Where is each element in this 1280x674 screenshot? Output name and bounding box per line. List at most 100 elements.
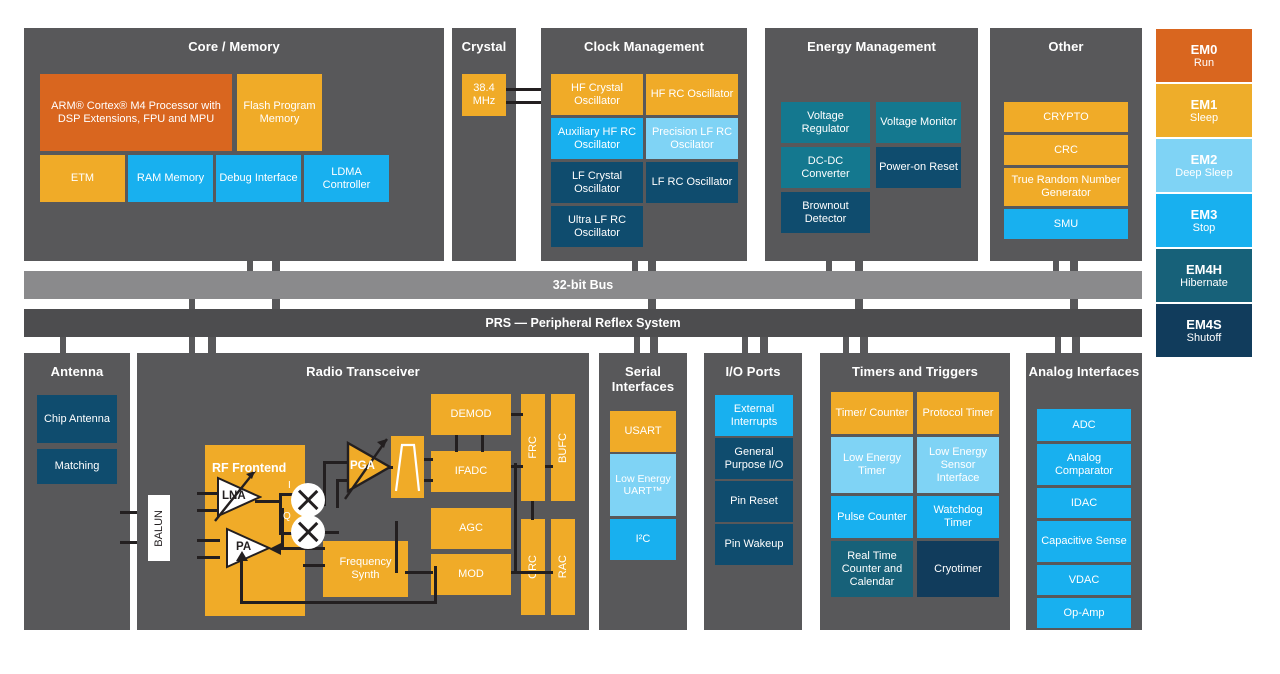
block-agc: AGC (431, 508, 511, 549)
block-demod: DEMOD (431, 394, 511, 435)
block-label: BUFC (556, 432, 569, 463)
block-label: Flash Program Memory (243, 99, 316, 125)
panel-title-crystal: Crystal (461, 39, 507, 54)
block-label: Matching (54, 460, 100, 472)
block-label: Low Energy UART™ (615, 473, 671, 497)
block-idac: IDAC (1037, 488, 1131, 518)
panel-title-serial-interfaces: Serial Interfaces (611, 364, 675, 394)
block-op-amp: Op-Amp (1037, 598, 1131, 628)
panel-title-io-ports: I/O Ports (725, 364, 781, 379)
block-label: LF Crystal Oscillator (571, 169, 623, 195)
wire-rac-agc-v (514, 463, 517, 574)
energy-mode-id: EM0 (1190, 41, 1218, 57)
block-etm: ETM (40, 155, 125, 202)
energy-mode-name: Shutoff (1186, 331, 1222, 344)
block-bufc: BUFC (551, 394, 575, 501)
block-vdac: VDAC (1037, 565, 1131, 595)
panel-title-analog-interfaces: Analog Interfaces (1028, 364, 1140, 379)
block-mod: MOD (431, 554, 511, 595)
block-ultra-lf-rc-oscillator: Ultra LF RC Oscillator (551, 206, 643, 247)
block-label: USART (624, 425, 662, 437)
energy-mode-id: EM1 (1190, 96, 1218, 112)
wire-rac-mod-h (511, 571, 553, 574)
connector-stub (632, 261, 638, 271)
block-label: Debug Interface (219, 172, 298, 184)
block-smu: SMU (1004, 209, 1128, 239)
block-label: IFADC (454, 465, 488, 477)
wire-frc-crc (531, 501, 534, 520)
connector-stub (189, 299, 195, 309)
block-frc: FRC (521, 394, 545, 501)
block-low-energy-timer: Low Energy Timer (831, 437, 913, 493)
block-voltage-monitor: Voltage Monitor (876, 102, 961, 143)
wire-demod-frc (511, 413, 523, 416)
energy-mode-id: EM4S (1186, 316, 1222, 332)
wire-filter-ifadc-1 (424, 458, 433, 461)
lna-label: LNA (222, 490, 246, 502)
panel-serial-interfaces: Serial Interfaces USART Low Energy UART™… (599, 353, 687, 630)
block-flash-program-memory: Flash Program Memory (237, 74, 322, 151)
block-power-on-reset: Power-on Reset (876, 147, 961, 188)
if-filter-icon (394, 443, 421, 492)
block-label: LF RC Oscillator (651, 176, 733, 188)
block-lf-crystal-oscillator: LF Crystal Oscillator (551, 162, 643, 203)
panel-title-other: Other (1048, 39, 1084, 54)
wire-feedback-right (434, 566, 437, 604)
block-label: Real Time Counter and Calendar (841, 549, 903, 588)
block-label: Pin Wakeup (724, 538, 784, 550)
prs-label: PRS — Peripheral Reflex System (485, 316, 681, 330)
panel-energy-management: Energy Management Voltage Regulator Volt… (765, 28, 978, 261)
block-ifadc: IFADC (431, 451, 511, 492)
block-auxiliary-hf-rc-oscillator: Auxiliary HF RC Oscillator (551, 118, 643, 159)
block-label: IDAC (1070, 496, 1098, 509)
wire-ifadc-frc (511, 465, 523, 468)
block-dc-dc-converter: DC-DC Converter (781, 147, 870, 188)
panel-analog-interfaces: Analog Interfaces ADC Analog Comparator … (1026, 353, 1142, 630)
block-matching: Matching (37, 449, 117, 484)
block-label: True Random Number Generator (1011, 174, 1121, 199)
wire-frc-bufc (545, 465, 553, 468)
energy-mode-em1: EM1 Sleep (1156, 84, 1252, 137)
bus-32-bit: 32-bit Bus (24, 271, 1142, 299)
energy-mode-id: EM3 (1190, 206, 1218, 222)
block-label: Low Energy Timer (842, 452, 902, 477)
block-38-4-mhz: 38.4 MHz (462, 74, 506, 116)
block-label: ARM® Cortex® M4 Processor with DSP Exten… (51, 99, 221, 125)
block-label: LDMA Controller (322, 165, 371, 191)
block-label: Auxiliary HF RC Oscillator (557, 125, 637, 151)
block-label: CRC (1054, 143, 1078, 156)
block-capacitive-sense: Capacitive Sense (1037, 521, 1131, 562)
block-label: AGC (459, 522, 483, 534)
mixer-i-icon (291, 483, 325, 517)
panel-title-timers-and-triggers: Timers and Triggers (852, 364, 978, 379)
block-label: Frequency Synth (339, 556, 392, 581)
block-label: Brownout Detector (802, 199, 849, 225)
block-label: Voltage Monitor (880, 116, 957, 128)
connector-stub (247, 261, 253, 271)
wire-mixer-pga-2 (336, 479, 339, 508)
block-label: Cryotimer (934, 562, 982, 575)
block-label: RAC (556, 555, 569, 579)
block-label: Capacitive Sense (1041, 535, 1127, 547)
block-pin-reset: Pin Reset (715, 481, 793, 522)
pa-label: PA (236, 541, 252, 553)
wire-feedback-bottom (240, 601, 437, 604)
wire-agc-feed (395, 521, 398, 573)
bus-label: 32-bit Bus (552, 278, 614, 292)
block-label: DEMOD (450, 408, 492, 420)
block-crc: CRC (1004, 135, 1128, 165)
block-label: Power-on Reset (879, 161, 958, 173)
block-label: I²C (635, 533, 651, 545)
block-label: General Purpose I/O (724, 445, 784, 471)
pa-arrow-icon (236, 551, 248, 561)
energy-mode-em4s: EM4S Shutoff (1156, 304, 1252, 357)
rf-frontend-label: RF Frontend (212, 461, 287, 475)
energy-mode-em0: EM0 Run (1156, 29, 1252, 82)
block-analog-comparator: Analog Comparator (1037, 444, 1131, 485)
block-label: ADC (1072, 418, 1096, 431)
block-label: VDAC (1068, 573, 1100, 586)
pga-label: PGA (350, 460, 375, 472)
connector-stub (648, 261, 656, 271)
block-arm-cortex-m4: ARM® Cortex® M4 Processor with DSP Exten… (40, 74, 232, 151)
panel-crystal: Crystal 38.4 MHz (452, 28, 516, 261)
